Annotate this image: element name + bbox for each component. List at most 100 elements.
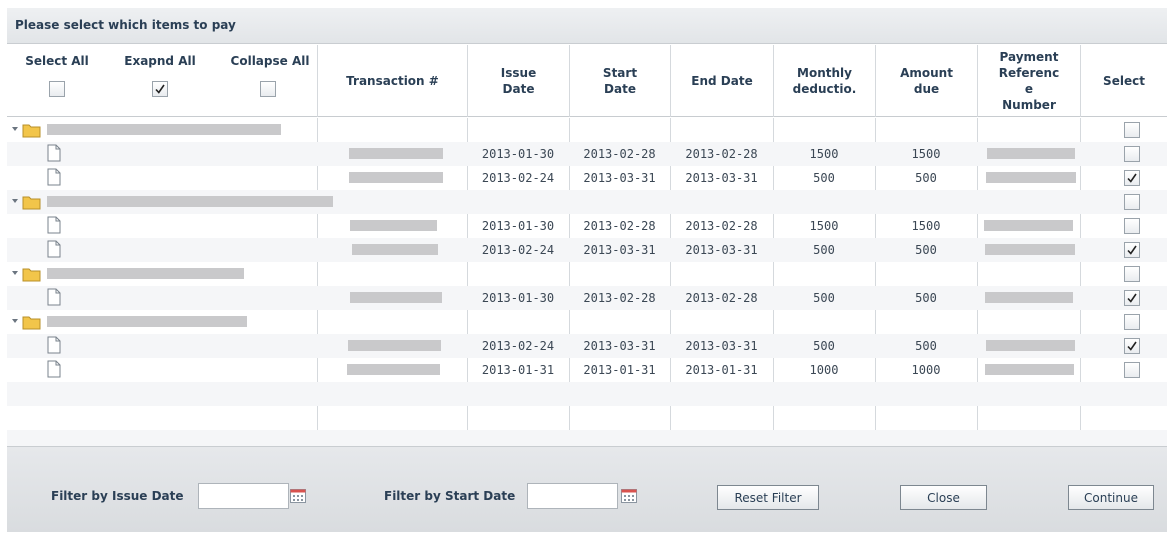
issue-date-cell: 2013-01-30 — [481, 219, 555, 233]
end-date-cell: 2013-03-31 — [685, 339, 758, 353]
start-date-cell: 2013-01-31 — [583, 363, 656, 377]
redacted-payment-reference — [985, 364, 1074, 375]
folder-icon[interactable] — [11, 194, 45, 213]
redacted-transaction-number — [352, 244, 438, 255]
monthly-deduction-cell: 1500 — [809, 219, 839, 233]
redacted-payment-reference — [984, 220, 1073, 231]
select-checkbox[interactable] — [1124, 314, 1140, 330]
monthly-deduction-cell: 1500 — [809, 147, 839, 161]
select-checkbox[interactable] — [1124, 290, 1140, 306]
continue-button[interactable]: Continue — [1068, 485, 1154, 510]
monthly-deduction-cell: 1000 — [809, 363, 839, 377]
select-checkbox[interactable] — [1124, 170, 1140, 186]
select-checkbox[interactable] — [1124, 122, 1140, 138]
column-header-end-date[interactable]: End Date — [670, 45, 773, 117]
start-date-cell: 2013-02-28 — [583, 147, 656, 161]
column-header-select[interactable]: Select — [1080, 45, 1167, 117]
start-date-cell: 2013-02-28 — [583, 291, 656, 305]
column-header-transaction[interactable]: Transaction # — [317, 45, 467, 117]
amount-due-cell: 1500 — [911, 219, 941, 233]
close-button[interactable]: Close — [900, 485, 987, 510]
payment-selection-dialog: Please select which items to pay Select … — [7, 8, 1167, 532]
amount-due-cell: 1000 — [911, 363, 941, 377]
calendar-icon[interactable] — [621, 489, 637, 503]
monthly-deduction-cell: 500 — [813, 171, 835, 185]
end-date-cell: 2013-02-28 — [685, 147, 758, 161]
expand-all-column: Exapnd All — [110, 45, 210, 117]
redacted-group-name — [47, 124, 281, 135]
table-row[interactable]: 2013-02-24 2013-03-31 2013-03-31 500 500 — [7, 334, 1167, 358]
redacted-group-name — [47, 316, 247, 327]
redacted-group-name — [47, 196, 333, 207]
amount-due-cell: 500 — [915, 171, 937, 185]
column-header-monthly-deduction[interactable]: Monthly deductio. — [773, 45, 875, 117]
end-date-cell: 2013-03-31 — [685, 243, 758, 257]
document-icon — [47, 144, 61, 165]
expand-all-checkbox[interactable] — [152, 81, 168, 97]
end-date-cell: 2013-02-28 — [685, 219, 758, 233]
table-row[interactable]: 2013-01-30 2013-02-28 2013-02-28 1500 1500 — [7, 142, 1167, 166]
column-header-amount-due[interactable]: Amount due — [875, 45, 977, 117]
document-icon — [47, 240, 61, 261]
monthly-deduction-cell: 500 — [813, 339, 835, 353]
group-row[interactable] — [7, 190, 1167, 214]
filter-start-date-label: Filter by Start Date — [384, 489, 516, 503]
start-date-cell: 2013-03-31 — [583, 243, 656, 257]
issue-date-cell: 2013-02-24 — [481, 171, 555, 185]
group-row[interactable] — [7, 118, 1167, 142]
redacted-transaction-number — [349, 172, 443, 183]
start-date-cell: 2013-02-28 — [583, 219, 656, 233]
filter-start-date-input[interactable] — [527, 483, 618, 509]
select-checkbox[interactable] — [1124, 194, 1140, 210]
select-checkbox[interactable] — [1124, 338, 1140, 354]
select-all-checkbox[interactable] — [49, 81, 65, 97]
monthly-deduction-cell: 500 — [813, 243, 835, 257]
table-row[interactable]: 2013-02-24 2013-03-31 2013-03-31 500 500 — [7, 238, 1167, 262]
redacted-payment-reference — [986, 340, 1075, 351]
folder-icon[interactable] — [11, 314, 45, 333]
column-header-payment-reference[interactable]: Payment Referenc e Number — [977, 45, 1080, 117]
filter-bar: Filter by Issue Date Filter by Start Dat… — [7, 446, 1167, 532]
start-date-cell: 2013-03-31 — [583, 171, 656, 185]
select-checkbox[interactable] — [1124, 266, 1140, 282]
issue-date-cell: 2013-01-31 — [481, 363, 555, 377]
table-row[interactable]: 2013-02-24 2013-03-31 2013-03-31 500 500 — [7, 166, 1167, 190]
select-all-column: Select All — [7, 45, 107, 117]
issue-date-cell: 2013-02-24 — [481, 339, 555, 353]
table-row[interactable]: 2013-01-31 2013-01-31 2013-01-31 1000 1000 — [7, 358, 1167, 382]
amount-due-cell: 500 — [915, 339, 937, 353]
collapse-all-checkbox[interactable] — [260, 81, 276, 97]
collapse-all-label: Collapse All — [230, 54, 310, 68]
amount-due-cell: 500 — [915, 243, 937, 257]
amount-due-cell: 1500 — [911, 147, 941, 161]
select-checkbox[interactable] — [1124, 362, 1140, 378]
redacted-payment-reference — [985, 292, 1073, 303]
select-checkbox[interactable] — [1124, 218, 1140, 234]
folder-icon[interactable] — [11, 266, 45, 285]
amount-due-cell: 500 — [915, 291, 937, 305]
group-row[interactable] — [7, 310, 1167, 334]
redacted-transaction-number — [347, 364, 440, 375]
redacted-transaction-number — [348, 340, 441, 351]
select-checkbox[interactable] — [1124, 242, 1140, 258]
calendar-icon[interactable] — [290, 489, 306, 503]
redacted-transaction-number — [349, 148, 443, 159]
column-header-issue-date[interactable]: Issue Date — [467, 45, 569, 117]
select-checkbox[interactable] — [1124, 146, 1140, 162]
empty-row — [7, 406, 1167, 430]
document-icon — [47, 288, 61, 309]
redacted-transaction-number — [350, 220, 437, 231]
table-row[interactable]: 2013-01-30 2013-02-28 2013-02-28 500 500 — [7, 286, 1167, 310]
redacted-transaction-number — [350, 292, 442, 303]
group-row[interactable] — [7, 262, 1167, 286]
items-grid: 2013-01-30 2013-02-28 2013-02-28 1500 1500 20… — [7, 118, 1167, 454]
reset-filter-button[interactable]: Reset Filter — [717, 485, 819, 510]
expand-all-label: Exapnd All — [124, 54, 196, 68]
table-row[interactable]: 2013-01-30 2013-02-28 2013-02-28 1500 1500 — [7, 214, 1167, 238]
end-date-cell: 2013-01-31 — [685, 363, 758, 377]
document-icon — [47, 216, 61, 237]
issue-date-cell: 2013-01-30 — [481, 147, 555, 161]
filter-issue-date-input[interactable] — [198, 483, 289, 509]
folder-icon[interactable] — [11, 122, 45, 141]
column-header-start-date[interactable]: Start Date — [569, 45, 670, 117]
